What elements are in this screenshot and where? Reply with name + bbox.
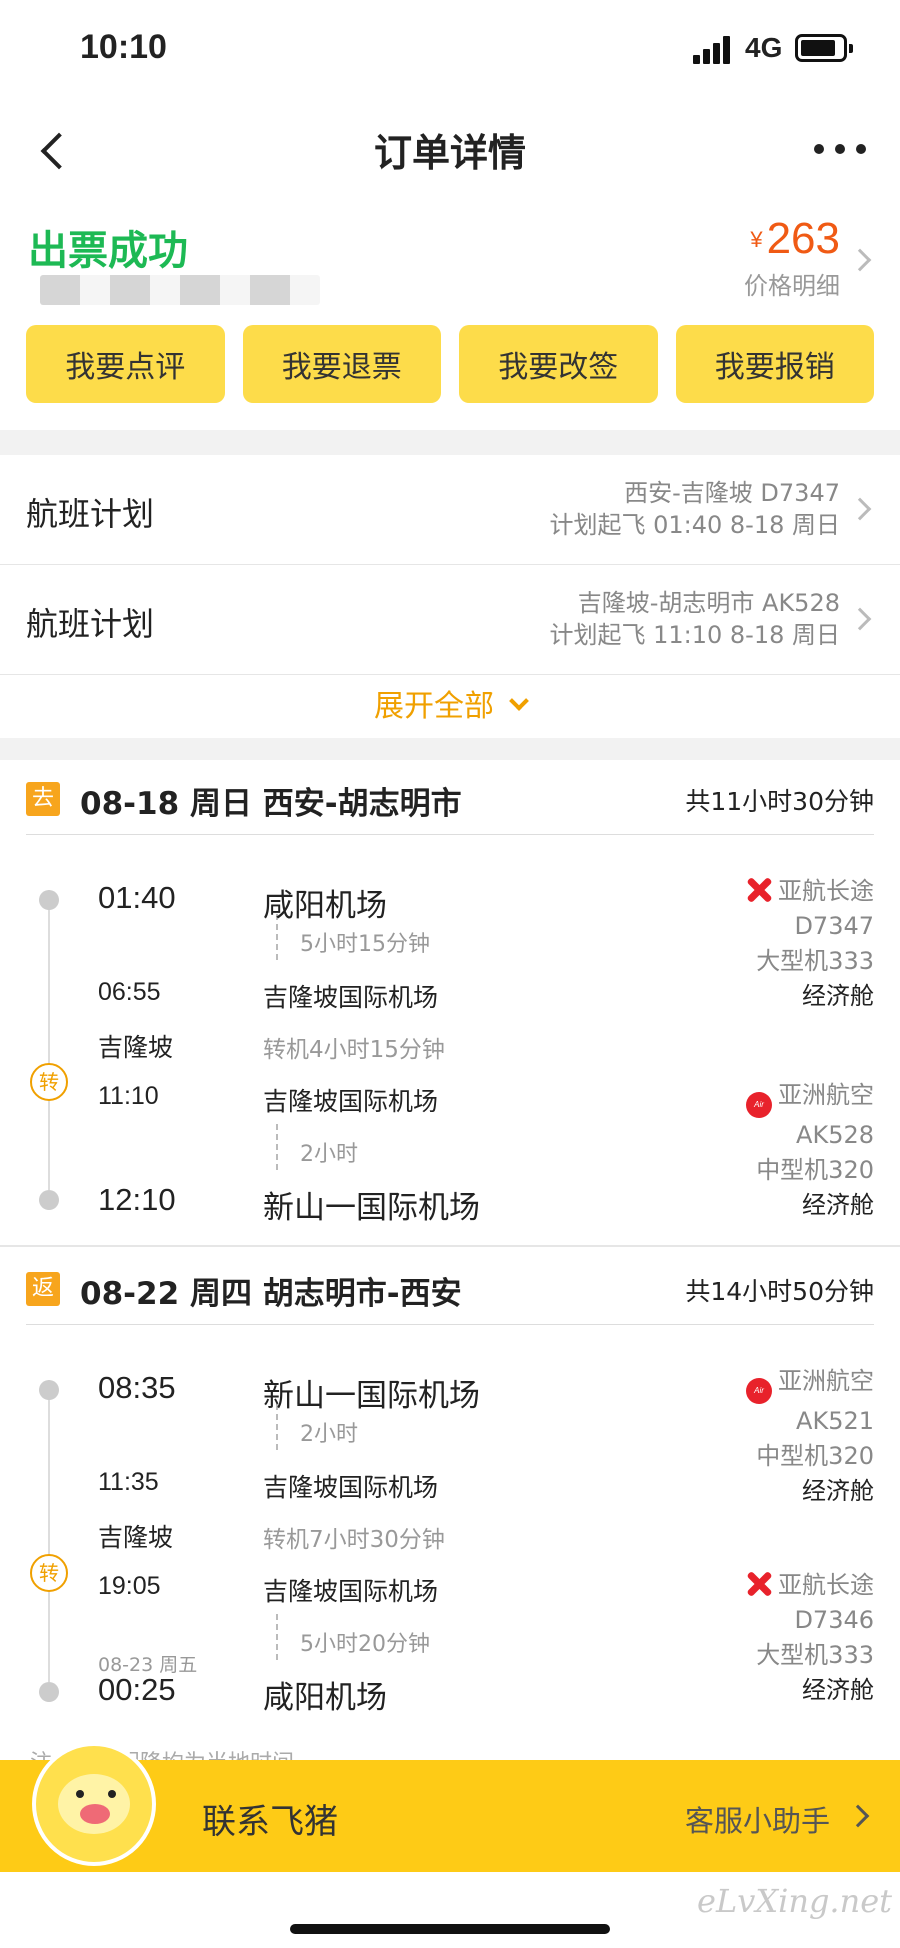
ticket-status: 出票成功 bbox=[28, 228, 188, 274]
arrival-time: 00:25 bbox=[98, 1672, 176, 1707]
airasia-logo-icon: Air bbox=[746, 1092, 772, 1118]
duration-divider bbox=[276, 1124, 278, 1170]
refund-button[interactable]: 我要退票 bbox=[242, 325, 441, 403]
price-block[interactable]: ¥263 价格明细 bbox=[744, 214, 840, 301]
departure-time: 08:35 bbox=[98, 1370, 176, 1405]
order-number-redacted bbox=[40, 275, 320, 305]
departure-airport: 新山一国际机场 bbox=[263, 1378, 480, 1414]
outbound-header: 去 08-18 周日 西安-胡志明市 共11小时30分钟 bbox=[0, 760, 900, 835]
transfer-city: 吉隆坡 bbox=[98, 1033, 174, 1062]
expand-all-button[interactable]: 展开全部 bbox=[0, 675, 900, 738]
reimburse-button[interactable]: 我要报销 bbox=[675, 325, 874, 403]
flight-plan-label: 航班计划 bbox=[26, 605, 155, 643]
expand-all-label: 展开全部 bbox=[374, 689, 494, 724]
return-total-duration: 共14小时50分钟 bbox=[685, 1277, 874, 1306]
transfer-badge: 转 bbox=[30, 1063, 68, 1101]
outbound-total-duration: 共11小时30分钟 bbox=[685, 787, 874, 816]
airasia-x-logo-icon bbox=[746, 1571, 772, 1597]
network-label: 4G bbox=[745, 32, 783, 63]
page-title: 订单详情 bbox=[373, 131, 526, 175]
chevron-right-icon bbox=[848, 497, 872, 521]
chevron-down-icon bbox=[509, 691, 529, 711]
status-time: 10:10 bbox=[80, 28, 167, 66]
return-header: 返 08-22 周四 胡志明市-西安 共14小时50分钟 bbox=[0, 1250, 900, 1325]
review-button[interactable]: 我要点评 bbox=[26, 325, 225, 403]
contact-bar[interactable]: 联系飞猪 客服小助手 bbox=[0, 1742, 900, 1872]
airline-info: 亚航长途 D7346 大型机333 经济舱 bbox=[746, 1568, 874, 1708]
segment-divider bbox=[0, 1245, 900, 1247]
airline-info: Air 亚洲航空 AK528 中型机320 经济舱 bbox=[746, 1078, 874, 1223]
departure-airport: 吉隆坡国际机场 bbox=[263, 1087, 439, 1116]
chevron-right-icon[interactable] bbox=[846, 1804, 870, 1828]
home-indicator[interactable] bbox=[290, 1924, 610, 1934]
arrival-airport: 吉隆坡国际机场 bbox=[263, 983, 439, 1012]
customer-service-link[interactable]: 客服小助手 bbox=[685, 1798, 830, 1840]
flight-plan-label: 航班计划 bbox=[26, 495, 155, 533]
arrival-time: 11:35 bbox=[98, 1468, 159, 1496]
timeline-dot bbox=[39, 1190, 59, 1210]
timeline-dot bbox=[39, 1380, 59, 1400]
change-button[interactable]: 我要改签 bbox=[459, 325, 658, 403]
outbound-tag: 去 bbox=[26, 782, 60, 816]
price-value: ¥263 bbox=[750, 214, 840, 263]
departure-airport: 咸阳机场 bbox=[263, 888, 387, 924]
action-buttons: 我要点评 我要退票 我要改签 我要报销 bbox=[26, 325, 874, 403]
chevron-right-icon bbox=[848, 607, 872, 631]
transfer-badge: 转 bbox=[30, 1554, 68, 1592]
status-bar: 10:10 4G bbox=[0, 0, 900, 100]
contact-fliggy-label[interactable]: 联系飞猪 bbox=[202, 1794, 338, 1843]
arrival-time: 12:10 bbox=[98, 1182, 176, 1217]
departure-time: 19:05 bbox=[98, 1572, 161, 1600]
return-tag: 返 bbox=[26, 1272, 60, 1306]
timeline-line bbox=[48, 890, 50, 1190]
signal-icon bbox=[693, 36, 733, 64]
home-area: eLvXing.net bbox=[0, 1872, 900, 1948]
flight-plan-row[interactable]: 航班计划 西安-吉隆坡 D7347 计划起飞 01:40 8-18 周日 bbox=[0, 455, 900, 565]
chevron-right-icon[interactable] bbox=[848, 248, 872, 272]
flight-plan-row[interactable]: 航班计划 吉隆坡-胡志明市 AK528 计划起飞 11:10 8-18 周日 bbox=[0, 565, 900, 675]
watermark: eLvXing.net bbox=[697, 1882, 892, 1920]
more-icon[interactable] bbox=[810, 130, 870, 170]
flight-duration: 2小时 bbox=[300, 1142, 358, 1167]
flight-duration: 5小时20分钟 bbox=[300, 1632, 430, 1657]
departure-airport: 吉隆坡国际机场 bbox=[263, 1577, 439, 1606]
departure-time: 11:10 bbox=[98, 1082, 159, 1110]
airline-info: 亚航长途 D7347 大型机333 经济舱 bbox=[746, 874, 874, 1014]
order-summary-card: 出票成功 ¥263 价格明细 我要点评 我要退票 我要改签 我要报销 bbox=[0, 200, 900, 430]
transfer-duration: 转机4小时15分钟 bbox=[263, 1037, 445, 1063]
duration-divider bbox=[276, 1614, 278, 1660]
flight-plan-info: 西安-吉隆坡 D7347 计划起飞 01:40 8-18 周日 bbox=[549, 479, 840, 539]
price-detail-link[interactable]: 价格明细 bbox=[744, 266, 840, 301]
arrival-airport: 吉隆坡国际机场 bbox=[263, 1473, 439, 1502]
battery-icon bbox=[795, 34, 853, 62]
flight-duration: 5小时15分钟 bbox=[300, 932, 430, 957]
return-route: 08-22 周四 胡志明市-西安 bbox=[80, 1276, 462, 1312]
arrival-airport: 咸阳机场 bbox=[263, 1680, 387, 1716]
timeline-dot bbox=[39, 1682, 59, 1702]
timeline-line bbox=[48, 1380, 50, 1682]
arrival-airport: 新山一国际机场 bbox=[263, 1190, 480, 1226]
arrival-time: 06:55 bbox=[98, 978, 161, 1006]
transfer-duration: 转机7小时30分钟 bbox=[263, 1527, 445, 1553]
timeline-dot bbox=[39, 890, 59, 910]
airasia-logo-icon: Air bbox=[746, 1378, 772, 1404]
departure-time: 01:40 bbox=[98, 880, 176, 915]
transfer-city: 吉隆坡 bbox=[98, 1523, 174, 1552]
flight-plan-card: 航班计划 西安-吉隆坡 D7347 计划起飞 01:40 8-18 周日 航班计… bbox=[0, 455, 900, 738]
outbound-route: 08-18 周日 西安-胡志明市 bbox=[80, 786, 462, 822]
flight-duration: 2小时 bbox=[300, 1422, 358, 1447]
nav-bar: 订单详情 bbox=[0, 100, 900, 200]
airline-info: Air 亚洲航空 AK521 中型机320 经济舱 bbox=[746, 1364, 874, 1509]
flight-plan-info: 吉隆坡-胡志明市 AK528 计划起飞 11:10 8-18 周日 bbox=[549, 589, 840, 649]
itinerary-card: 去 08-18 周日 西安-胡志明市 共11小时30分钟 转 01:40 咸阳机… bbox=[0, 760, 900, 1760]
fliggy-mascot-avatar[interactable] bbox=[32, 1742, 156, 1866]
airasia-x-logo-icon bbox=[746, 877, 772, 903]
